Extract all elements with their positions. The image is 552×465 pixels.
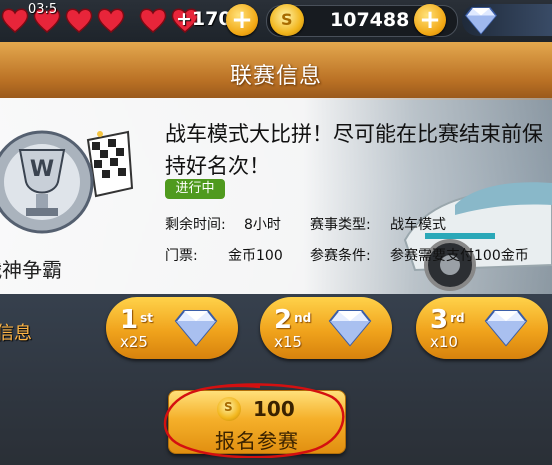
rank-suffix: st [140, 311, 153, 325]
add-coins-button[interactable]: + [414, 4, 446, 36]
rank-number: 2 [274, 305, 293, 335]
diamond-icon [484, 310, 528, 347]
reward-second-place: 2nd x15 [260, 297, 392, 359]
reward-third-place: 3rd x10 [416, 297, 548, 359]
condition-label: 参赛条件: [310, 248, 371, 264]
ticket-value: 金币100 [228, 248, 283, 264]
event-type-label: 赛事类型: [310, 217, 371, 233]
annotation-circle [163, 383, 345, 458]
lives-extra-count: +170 [176, 8, 232, 30]
heart-icon [0, 6, 30, 34]
reward-amount: x25 [120, 333, 148, 351]
trophy-icon: W [0, 130, 134, 234]
heart-icon [138, 6, 168, 34]
diamond-icon [174, 310, 218, 347]
rank-suffix: nd [294, 311, 312, 325]
status-badge: 进行中 [165, 179, 225, 199]
ticket-label: 门票: [165, 248, 198, 264]
coin-icon [270, 4, 304, 36]
gem-counter[interactable] [462, 4, 552, 36]
league-description: 战车模式大比拼！尽可能在比赛结束前保持好名次！ [165, 122, 543, 178]
remaining-time-value: 8小时 [244, 217, 281, 233]
remaining-time-label: 剩余时间: [165, 217, 226, 233]
heart-icon [64, 6, 94, 34]
diamond-icon [465, 7, 497, 35]
lives-timer: 03:5 [28, 2, 58, 17]
diamond-icon [328, 310, 372, 347]
league-name: 战神争霸 [0, 258, 62, 282]
add-lives-button[interactable]: + [226, 4, 258, 36]
reward-amount: x10 [430, 333, 458, 351]
rank-suffix: rd [450, 311, 465, 325]
reward-amount: x15 [274, 333, 302, 351]
reward-first-place: 1st x25 [106, 297, 238, 359]
rank-number: 3 [430, 305, 449, 335]
heart-icon [96, 6, 126, 34]
condition-value: 参赛需要支付100金币 [390, 248, 529, 264]
coin-value: 107488 [330, 9, 410, 31]
page-title: 联赛信息 [229, 64, 322, 89]
event-type-value: 战车模式 [390, 217, 446, 233]
svg-text:W: W [30, 157, 54, 182]
rank-number: 1 [120, 305, 139, 335]
rewards-section-label: 信息 [0, 323, 32, 344]
